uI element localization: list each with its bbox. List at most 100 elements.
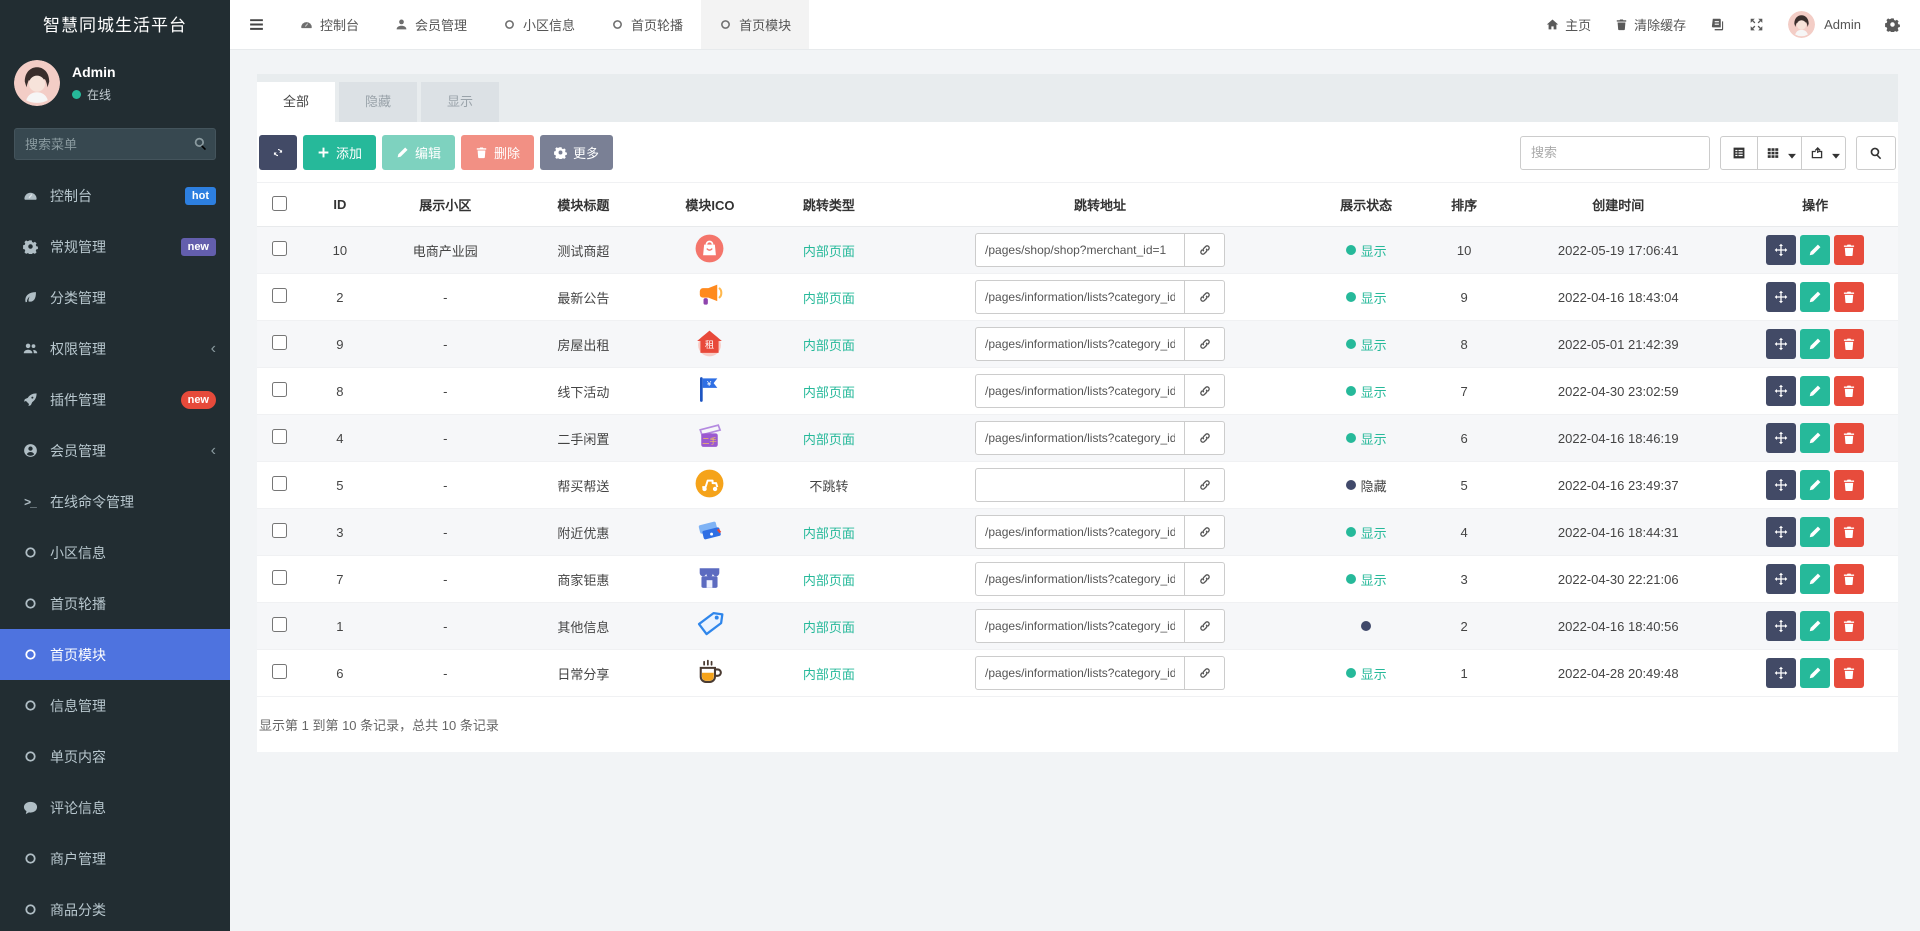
move-row-button[interactable] bbox=[1766, 376, 1797, 406]
delete-row-button[interactable] bbox=[1834, 376, 1865, 406]
avatar[interactable] bbox=[1788, 11, 1816, 38]
table-search-input[interactable] bbox=[1520, 135, 1710, 170]
link-button[interactable] bbox=[1185, 374, 1226, 408]
sidebar-item-单页内容[interactable]: 单页内容 bbox=[0, 731, 230, 782]
link-button[interactable] bbox=[1185, 468, 1226, 502]
sidebar-item-小区信息[interactable]: 小区信息 bbox=[0, 527, 230, 578]
link-button[interactable] bbox=[1185, 656, 1226, 690]
username[interactable]: Admin bbox=[1824, 17, 1861, 32]
delete-row-button[interactable] bbox=[1834, 517, 1865, 547]
clear-cache-link[interactable]: 清除缓存 bbox=[1615, 15, 1686, 34]
sidebar-item-评论信息[interactable]: 评论信息 bbox=[0, 782, 230, 833]
edit-row-button[interactable] bbox=[1800, 329, 1831, 359]
sidebar-item-会员管理[interactable]: 会员管理 ‹ bbox=[0, 425, 230, 476]
row-checkbox[interactable] bbox=[272, 241, 288, 256]
link-button[interactable] bbox=[1185, 327, 1226, 361]
edit-row-button[interactable] bbox=[1800, 470, 1831, 500]
hamburger-menu-button[interactable] bbox=[230, 0, 282, 49]
sidebar-item-常规管理[interactable]: 常规管理 new bbox=[0, 221, 230, 272]
sidebar-item-插件管理[interactable]: 插件管理 new bbox=[0, 374, 230, 425]
edit-row-button[interactable] bbox=[1800, 376, 1831, 406]
topnav-tab-首页轮播[interactable]: 首页轮播 bbox=[593, 0, 701, 49]
sidebar-item-信息管理[interactable]: 信息管理 bbox=[0, 680, 230, 731]
jump-url-input[interactable] bbox=[975, 374, 1186, 408]
topnav-tab-会员管理[interactable]: 会员管理 bbox=[377, 0, 485, 49]
settings-gear-icon[interactable] bbox=[1885, 17, 1900, 32]
row-checkbox[interactable] bbox=[272, 523, 288, 538]
export-button[interactable] bbox=[1802, 135, 1846, 170]
row-checkbox[interactable] bbox=[272, 335, 288, 350]
filter-tab-隐藏[interactable]: 隐藏 bbox=[339, 82, 418, 122]
link-button[interactable] bbox=[1185, 421, 1226, 455]
delete-row-button[interactable] bbox=[1834, 235, 1865, 265]
edit-row-button[interactable] bbox=[1800, 658, 1831, 688]
jump-url-input[interactable] bbox=[975, 562, 1186, 596]
delete-row-button[interactable] bbox=[1834, 611, 1865, 641]
sidebar-item-首页模块[interactable]: 首页模块 bbox=[0, 629, 230, 680]
edit-row-button[interactable] bbox=[1800, 423, 1831, 453]
move-row-button[interactable] bbox=[1766, 282, 1797, 312]
topnav-tab-控制台[interactable]: 控制台 bbox=[282, 0, 377, 49]
jump-url-input[interactable] bbox=[975, 233, 1186, 267]
link-button[interactable] bbox=[1185, 609, 1226, 643]
select-all-checkbox[interactable] bbox=[272, 195, 288, 211]
row-checkbox[interactable] bbox=[272, 382, 288, 397]
edit-row-button[interactable] bbox=[1800, 564, 1831, 594]
sidebar-item-分类管理[interactable]: 分类管理 bbox=[0, 272, 230, 323]
delete-row-button[interactable] bbox=[1834, 329, 1865, 359]
topnav-tab-小区信息[interactable]: 小区信息 bbox=[485, 0, 593, 49]
row-checkbox[interactable] bbox=[272, 476, 288, 491]
row-checkbox[interactable] bbox=[272, 429, 288, 444]
delete-row-button[interactable] bbox=[1834, 564, 1865, 594]
move-row-button[interactable] bbox=[1766, 564, 1797, 594]
filter-tab-全部[interactable]: 全部 bbox=[257, 82, 336, 122]
link-button[interactable] bbox=[1185, 280, 1226, 314]
move-row-button[interactable] bbox=[1766, 470, 1797, 500]
more-button[interactable]: 更多 bbox=[540, 135, 614, 170]
move-row-button[interactable] bbox=[1766, 329, 1797, 359]
topnav-tab-首页模块[interactable]: 首页模块 bbox=[701, 0, 810, 49]
sidebar-item-商品分类[interactable]: 商品分类 bbox=[0, 884, 230, 931]
edit-row-button[interactable] bbox=[1800, 235, 1831, 265]
sidebar-item-首页轮播[interactable]: 首页轮播 bbox=[0, 578, 230, 629]
row-checkbox[interactable] bbox=[272, 617, 288, 632]
row-checkbox[interactable] bbox=[272, 570, 288, 585]
sidebar-item-权限管理[interactable]: 权限管理 ‹ bbox=[0, 323, 230, 374]
link-button[interactable] bbox=[1185, 233, 1226, 267]
delete-row-button[interactable] bbox=[1834, 282, 1865, 312]
edit-row-button[interactable] bbox=[1800, 282, 1831, 312]
delete-row-button[interactable] bbox=[1834, 470, 1865, 500]
edit-row-button[interactable] bbox=[1800, 517, 1831, 547]
jump-url-input[interactable] bbox=[975, 468, 1186, 502]
fullscreen-button[interactable] bbox=[1749, 17, 1764, 32]
jump-url-input[interactable] bbox=[975, 327, 1186, 361]
move-row-button[interactable] bbox=[1766, 235, 1797, 265]
jump-url-input[interactable] bbox=[975, 656, 1186, 690]
sidebar-item-控制台[interactable]: 控制台 hot bbox=[0, 170, 230, 221]
edit-button[interactable]: 编辑 bbox=[382, 135, 456, 170]
move-row-button[interactable] bbox=[1766, 423, 1797, 453]
detail-view-button[interactable] bbox=[1720, 135, 1758, 170]
jump-url-input[interactable] bbox=[975, 609, 1186, 643]
delete-row-button[interactable] bbox=[1834, 658, 1865, 688]
home-link[interactable]: 主页 bbox=[1546, 15, 1591, 34]
jump-url-input[interactable] bbox=[975, 515, 1186, 549]
add-button[interactable]: 添加 bbox=[303, 135, 377, 170]
move-row-button[interactable] bbox=[1766, 611, 1797, 641]
sidebar-item-在线命令管理[interactable]: >_ 在线命令管理 bbox=[0, 476, 230, 527]
jump-url-input[interactable] bbox=[975, 421, 1186, 455]
refresh-button[interactable] bbox=[259, 135, 297, 170]
edit-row-button[interactable] bbox=[1800, 611, 1831, 641]
delete-button[interactable]: 删除 bbox=[461, 135, 535, 170]
row-checkbox[interactable] bbox=[272, 288, 288, 303]
filter-tab-显示[interactable]: 显示 bbox=[421, 82, 500, 122]
menu-search-input[interactable] bbox=[14, 128, 216, 160]
move-row-button[interactable] bbox=[1766, 658, 1797, 688]
sidebar-item-商户管理[interactable]: 商户管理 bbox=[0, 833, 230, 884]
search-button[interactable] bbox=[1856, 135, 1896, 170]
language-button[interactable] bbox=[1710, 17, 1725, 32]
move-row-button[interactable] bbox=[1766, 517, 1797, 547]
columns-button[interactable] bbox=[1758, 135, 1802, 170]
row-checkbox[interactable] bbox=[272, 664, 288, 679]
link-button[interactable] bbox=[1185, 515, 1226, 549]
